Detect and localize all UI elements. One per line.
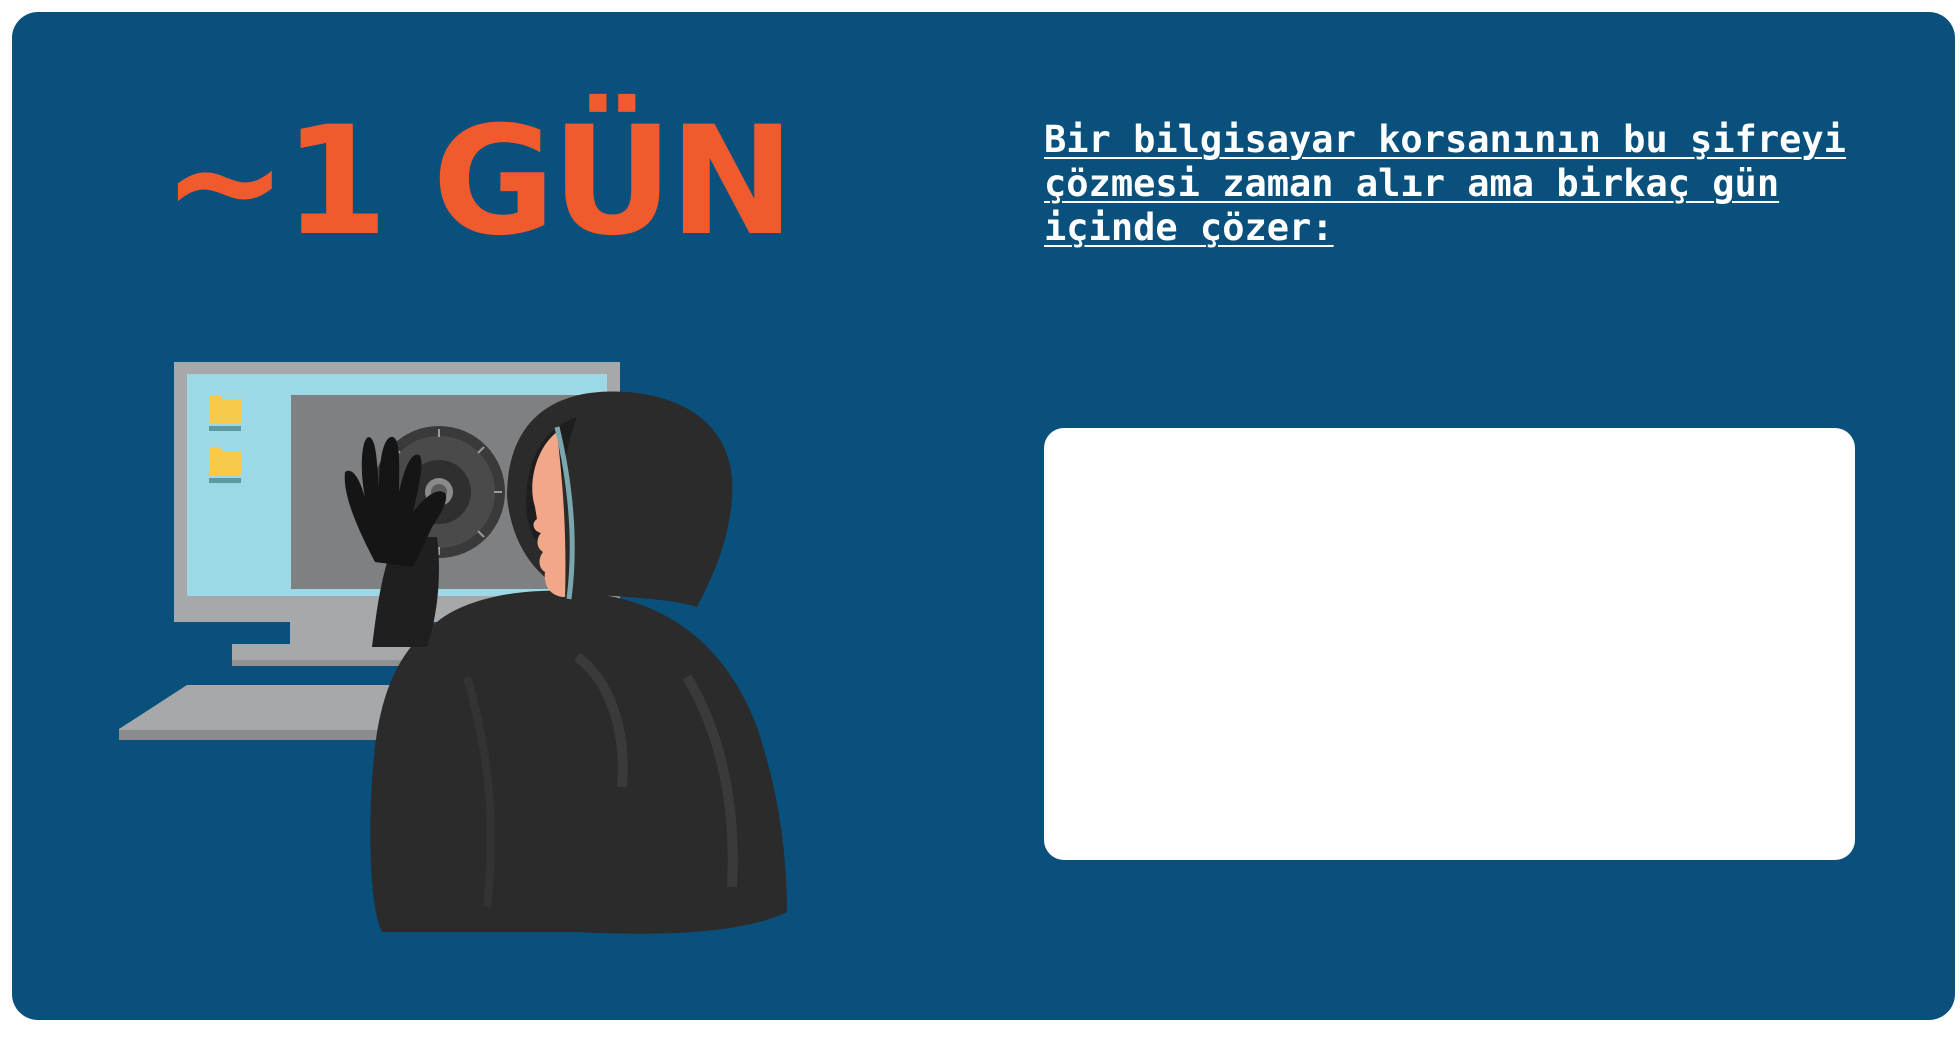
info-card: ~1 GÜN Bir bilgisayar korsanının bu şifr… <box>12 12 1955 1020</box>
keyboard-icon <box>119 685 417 740</box>
crack-time-message: Bir bilgisayar korsanının bu şifreyi çöz… <box>1044 118 1846 249</box>
result-panel <box>1044 428 1855 860</box>
hooded-hacker-icon <box>344 391 787 934</box>
time-estimate-heading: ~1 GÜN <box>162 95 795 269</box>
hacker-illustration <box>119 362 787 934</box>
